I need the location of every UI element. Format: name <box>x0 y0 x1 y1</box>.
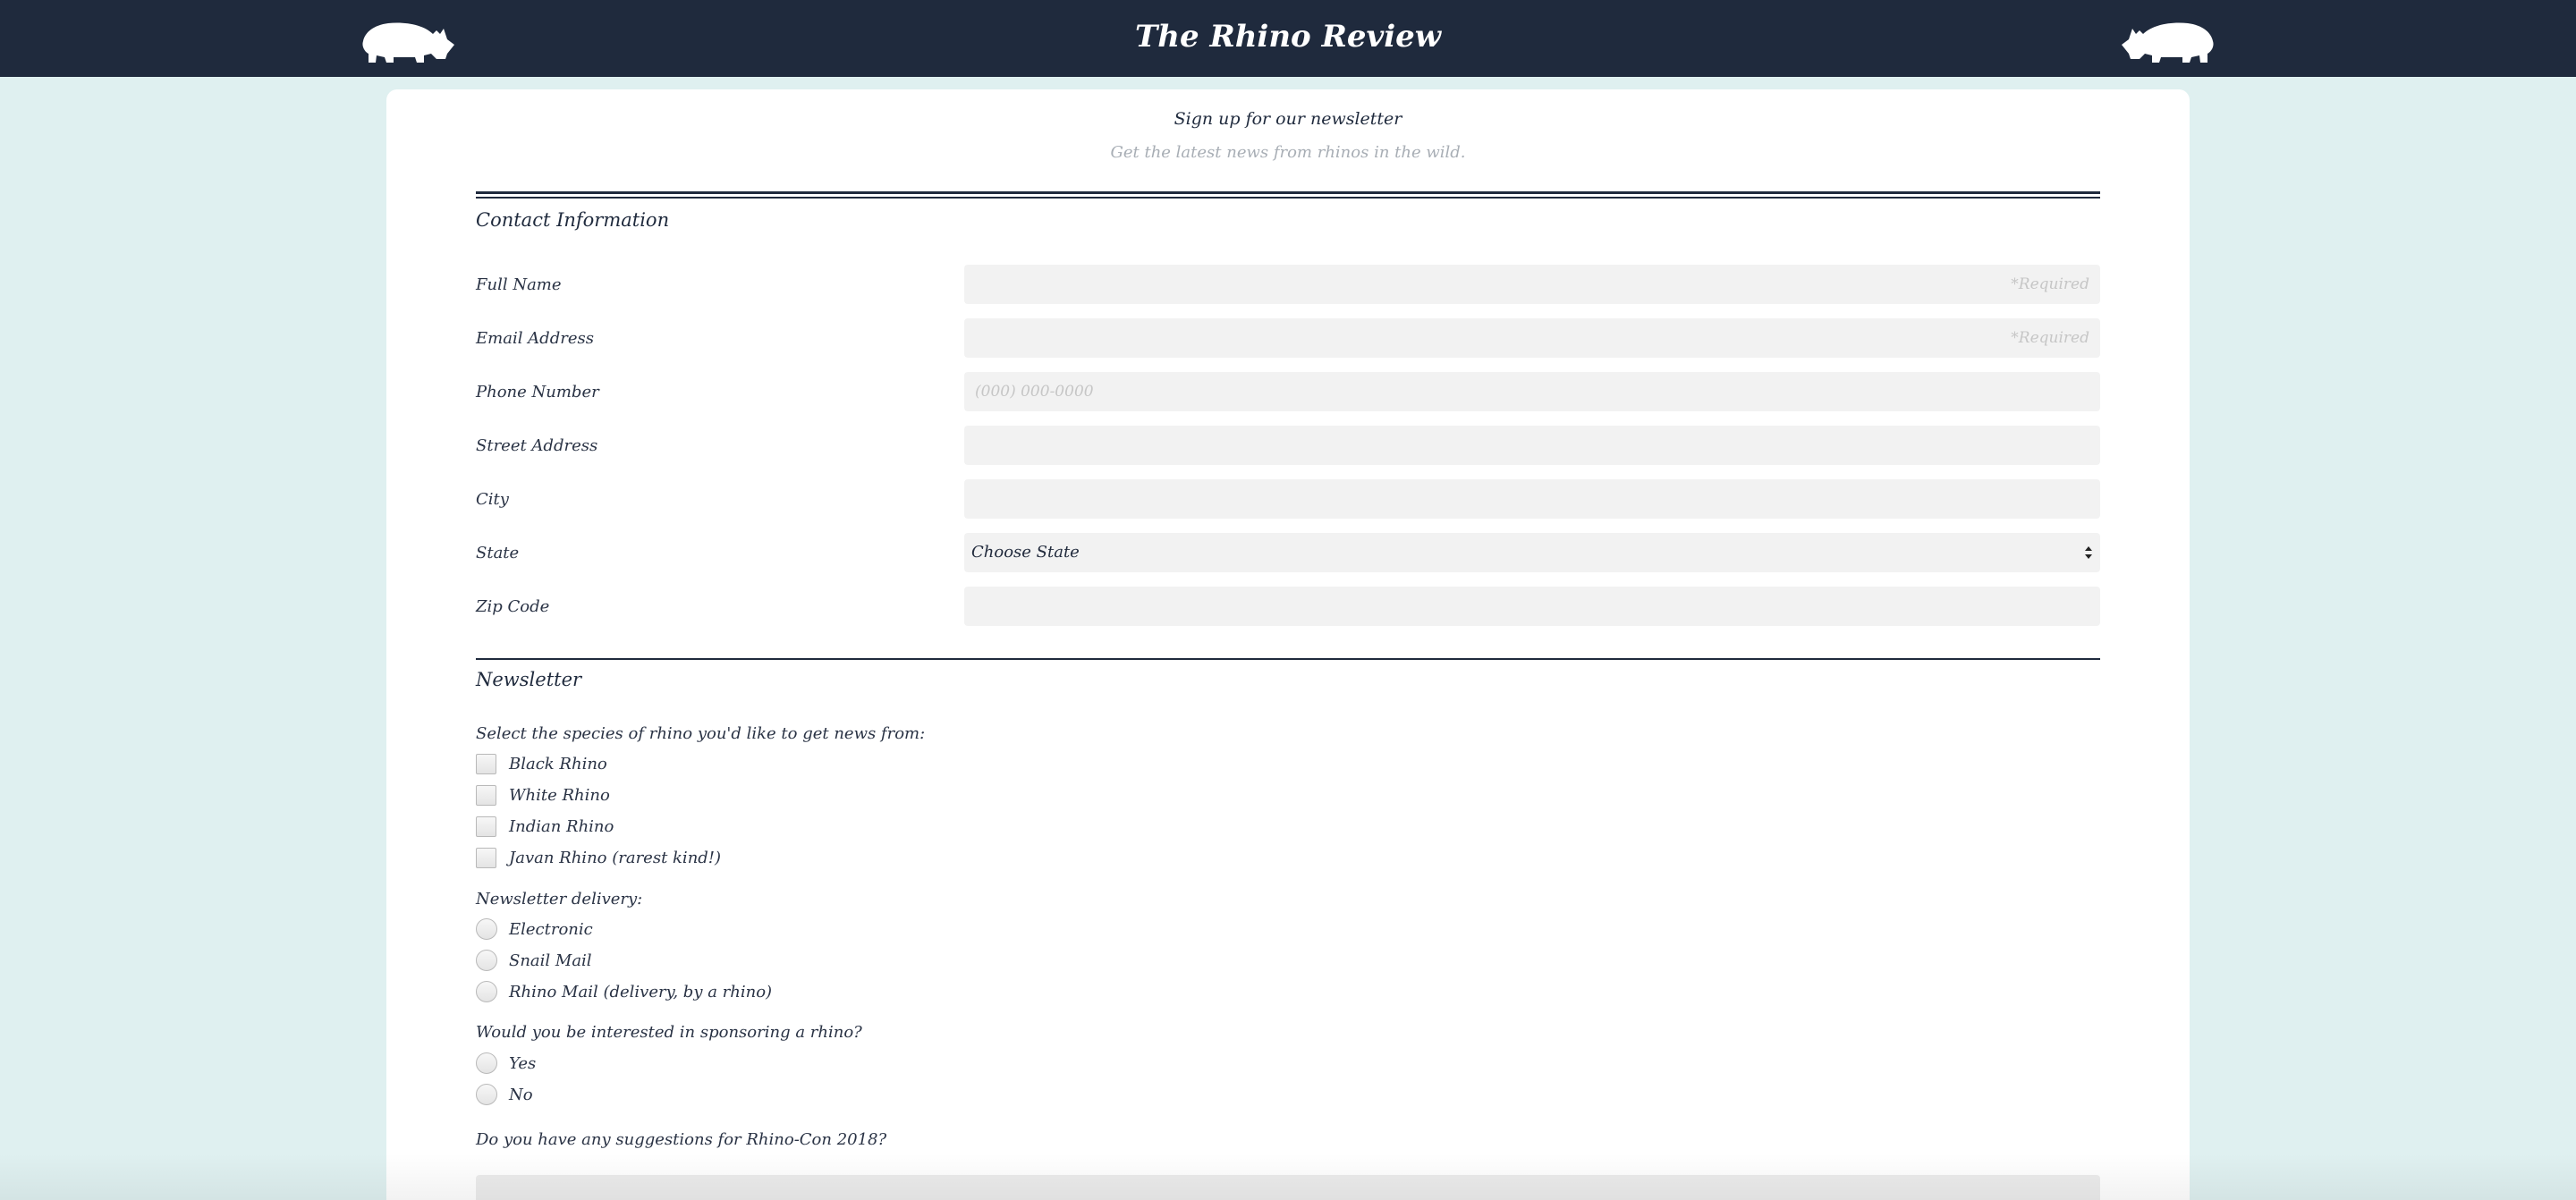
newsletter-section-heading: Newsletter <box>476 669 582 690</box>
sponsor-option[interactable]: Yes <box>476 1052 536 1074</box>
state-label: State <box>476 544 520 562</box>
delivery-radio[interactable] <box>476 981 497 1002</box>
delivery-label: Electronic <box>509 919 593 939</box>
delivery-radio[interactable] <box>476 918 497 940</box>
suggestions-textarea[interactable] <box>476 1175 2100 1200</box>
sponsor-label: No <box>509 1085 533 1104</box>
delivery-option[interactable]: Snail Mail <box>476 950 592 971</box>
section-divider <box>476 658 2100 660</box>
phone-label: Phone Number <box>476 383 599 401</box>
section-divider <box>476 191 2100 199</box>
rhino-icon <box>2118 18 2215 64</box>
sponsor-label: Yes <box>509 1053 537 1073</box>
state-select-value: Choose State <box>971 543 1080 562</box>
species-option[interactable]: Javan Rhino (rarest kind!) <box>476 847 721 868</box>
street-input[interactable] <box>964 426 2100 465</box>
form-subtitle: Get the latest news from rhinos in the w… <box>1110 143 1466 162</box>
sponsor-question: Would you be interested in sponsoring a … <box>476 1023 862 1042</box>
sponsor-radio[interactable] <box>476 1052 497 1074</box>
state-select[interactable]: Choose State <box>964 533 2100 572</box>
delivery-radio[interactable] <box>476 950 497 971</box>
species-checkbox[interactable] <box>476 753 496 774</box>
zip-label: Zip Code <box>476 597 550 616</box>
contact-section-heading: Contact Information <box>476 209 670 231</box>
species-option[interactable]: Indian Rhino <box>476 815 614 837</box>
species-label: Javan Rhino (rarest kind!) <box>509 848 722 867</box>
full-name-input[interactable] <box>964 265 2100 304</box>
delivery-option[interactable]: Electronic <box>476 918 593 940</box>
city-label: City <box>476 490 509 509</box>
species-checkbox[interactable] <box>476 847 496 868</box>
suggestions-question: Do you have any suggestions for Rhino-Co… <box>476 1130 887 1149</box>
species-question: Select the species of rhino you'd like t… <box>476 724 926 743</box>
species-label: White Rhino <box>509 785 610 805</box>
signup-form-card: Sign up for our newsletter Get the lates… <box>386 89 2190 1200</box>
select-arrows-icon <box>2085 546 2092 559</box>
delivery-option[interactable]: Rhino Mail (delivery, by a rhino) <box>476 981 772 1002</box>
phone-input[interactable] <box>964 372 2100 411</box>
city-input[interactable] <box>964 479 2100 519</box>
site-header: The Rhino Review <box>0 0 2576 77</box>
sponsor-radio[interactable] <box>476 1084 497 1105</box>
species-label: Black Rhino <box>509 754 607 773</box>
form-title: Sign up for our newsletter <box>1174 109 1402 129</box>
delivery-question: Newsletter delivery: <box>476 890 643 908</box>
species-option[interactable]: Black Rhino <box>476 753 607 774</box>
sponsor-option[interactable]: No <box>476 1084 533 1105</box>
species-option[interactable]: White Rhino <box>476 784 610 806</box>
street-label: Street Address <box>476 436 598 455</box>
zip-input[interactable] <box>964 587 2100 626</box>
delivery-label: Rhino Mail (delivery, by a rhino) <box>509 982 773 1001</box>
species-checkbox[interactable] <box>476 815 496 837</box>
full-name-label: Full Name <box>476 275 562 294</box>
delivery-label: Snail Mail <box>509 951 592 970</box>
species-checkbox[interactable] <box>476 784 496 806</box>
species-label: Indian Rhino <box>509 816 614 836</box>
email-label: Email Address <box>476 329 594 348</box>
email-input[interactable] <box>964 318 2100 358</box>
